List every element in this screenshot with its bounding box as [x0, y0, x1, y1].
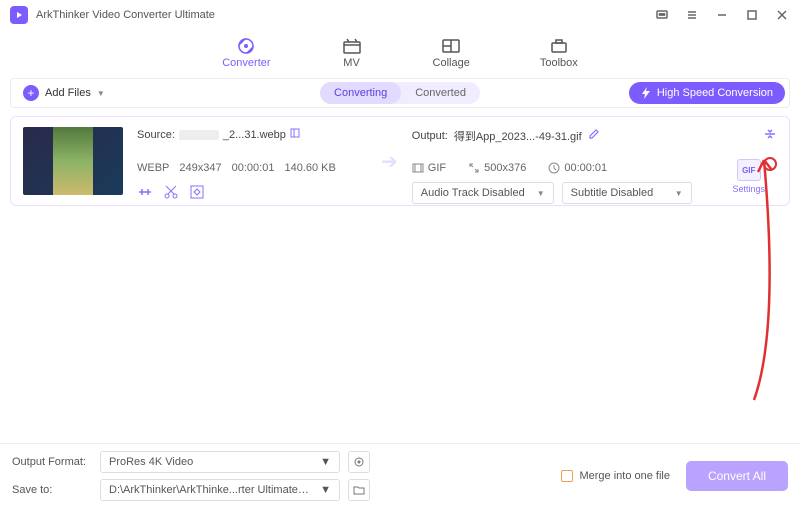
- audio-track-value: Audio Track Disabled: [421, 187, 525, 199]
- merge-label: Merge into one file: [579, 470, 670, 482]
- toolbar: + Add Files ▼ Converting Converted High …: [10, 78, 790, 108]
- chevron-down-icon: ▼: [320, 456, 331, 468]
- chevron-down-icon: ▼: [537, 189, 545, 198]
- chevron-down-icon: ▼: [675, 189, 683, 198]
- tab-mv-label: MV: [343, 57, 360, 69]
- convert-all-label: Convert All: [708, 469, 766, 483]
- maximize-button[interactable]: [744, 7, 760, 23]
- source-filename: _2...31.webp: [223, 129, 286, 141]
- tab-converted[interactable]: Converted: [401, 82, 480, 104]
- add-files-label: Add Files: [45, 87, 91, 99]
- top-nav: Converter MV Collage Toolbox: [0, 30, 800, 74]
- source-column: Source: _2...31.webp WEBP 249x347 00:00:…: [137, 127, 367, 200]
- save-to-select[interactable]: D:\ArkThinker\ArkThinke...rter Ultimate\…: [100, 479, 340, 501]
- rename-icon[interactable]: [290, 127, 302, 142]
- arrow-right-icon: ➔: [381, 149, 398, 174]
- tab-toolbox[interactable]: Toolbox: [540, 37, 578, 69]
- enhance-icon[interactable]: [189, 184, 205, 200]
- add-files-button[interactable]: + Add Files ▼: [15, 85, 113, 101]
- chevron-down-icon: ▼: [97, 89, 105, 98]
- source-label: Source:: [137, 129, 175, 141]
- tab-converting[interactable]: Converting: [320, 82, 401, 104]
- output-format-select[interactable]: ProRes 4K Video ▼: [100, 451, 340, 473]
- source-blurred-part: [179, 130, 219, 140]
- file-card: Source: _2...31.webp WEBP 249x347 00:00:…: [10, 116, 790, 206]
- tab-collage[interactable]: Collage: [433, 37, 470, 69]
- source-filesize: 140.60 KB: [284, 162, 335, 174]
- tab-converter[interactable]: Converter: [222, 37, 270, 69]
- format-settings-control: GIF Settings: [732, 159, 765, 194]
- high-speed-conversion-button[interactable]: High Speed Conversion: [629, 82, 785, 104]
- tab-mv[interactable]: MV: [341, 37, 363, 69]
- menu-icon[interactable]: [684, 7, 700, 23]
- subtitle-select[interactable]: Subtitle Disabled ▼: [562, 182, 692, 204]
- source-dimensions: 249x347: [179, 162, 221, 174]
- settings-label: Settings: [732, 184, 765, 194]
- minimize-button[interactable]: [714, 7, 730, 23]
- tab-converter-label: Converter: [222, 57, 270, 69]
- lightning-icon: [641, 87, 651, 99]
- film-icon: [412, 162, 424, 174]
- high-speed-label: High Speed Conversion: [657, 87, 773, 99]
- save-to-label: Save to:: [12, 484, 92, 496]
- edit-output-icon[interactable]: [588, 128, 600, 143]
- cut-icon[interactable]: [163, 184, 179, 200]
- tab-toolbox-label: Toolbox: [540, 57, 578, 69]
- output-format-value: ProRes 4K Video: [109, 456, 193, 468]
- gif-badge: GIF: [742, 166, 755, 175]
- bottom-bar: Output Format: ProRes 4K Video ▼ Save to…: [0, 443, 800, 507]
- clock-icon: [548, 162, 560, 174]
- convert-all-button[interactable]: Convert All: [686, 461, 788, 491]
- output-label: Output:: [412, 130, 448, 142]
- trim-icon[interactable]: [137, 184, 153, 200]
- output-duration: 00:00:01: [564, 162, 607, 174]
- subtitle-value: Subtitle Disabled: [571, 187, 654, 199]
- merge-checkbox[interactable]: Merge into one file: [561, 470, 670, 482]
- output-dimensions: 500x376: [484, 162, 526, 174]
- output-format-label: Output Format:: [12, 456, 92, 468]
- status-pill: Converting Converted: [320, 82, 480, 104]
- source-duration: 00:00:01: [232, 162, 275, 174]
- compress-icon[interactable]: [763, 127, 777, 144]
- chevron-down-icon: ▼: [320, 484, 331, 496]
- tab-collage-label: Collage: [433, 57, 470, 69]
- plus-icon: +: [23, 85, 39, 101]
- resize-icon: [468, 162, 480, 174]
- save-to-value: D:\ArkThinker\ArkThinke...rter Ultimate\…: [109, 484, 310, 496]
- close-button[interactable]: [774, 7, 790, 23]
- format-settings-button[interactable]: [348, 451, 370, 473]
- app-title: ArkThinker Video Converter Ultimate: [36, 9, 215, 21]
- app-logo: [10, 6, 28, 24]
- audio-track-select[interactable]: Audio Track Disabled ▼: [412, 182, 554, 204]
- source-format: WEBP: [137, 162, 169, 174]
- checkbox-icon: [561, 470, 573, 482]
- video-thumbnail[interactable]: [23, 127, 123, 195]
- output-format-button[interactable]: GIF: [737, 159, 761, 181]
- open-folder-button[interactable]: [348, 479, 370, 501]
- output-column: Output: 得到App_2023...-49-31.gif GIF 500x…: [412, 127, 777, 204]
- titlebar: ArkThinker Video Converter Ultimate: [0, 0, 800, 30]
- output-format: GIF: [428, 162, 446, 174]
- output-filename: 得到App_2023...-49-31.gif: [454, 128, 582, 144]
- feedback-icon[interactable]: [654, 7, 670, 23]
